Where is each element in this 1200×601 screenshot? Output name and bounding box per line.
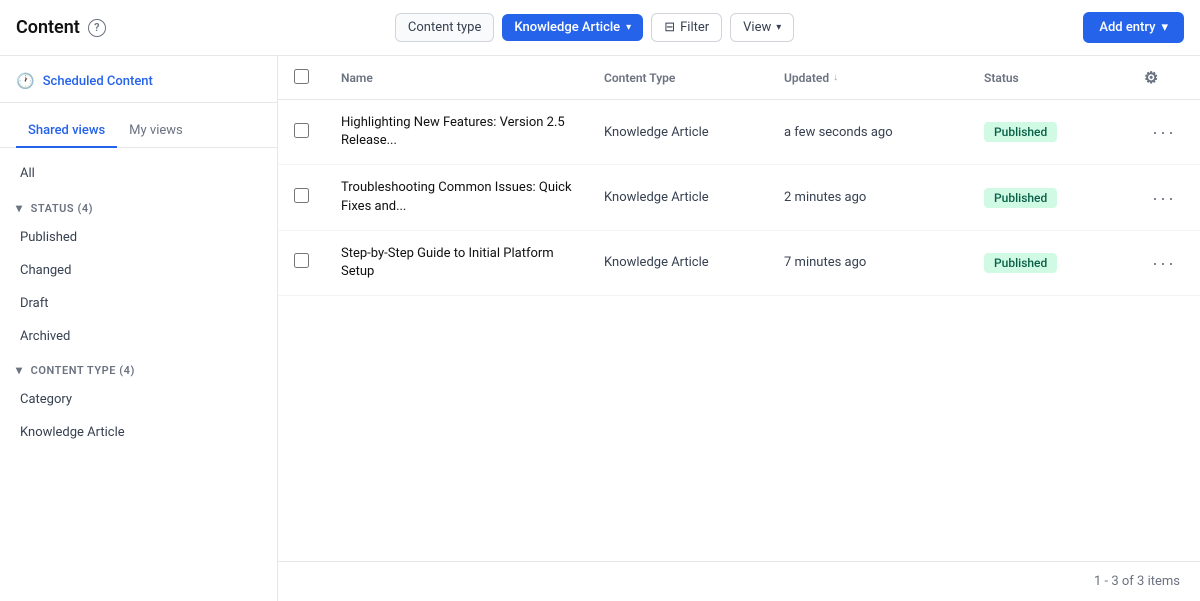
row-updated: 2 minutes ago xyxy=(784,190,866,205)
tab-shared-views[interactable]: Shared views xyxy=(16,115,117,148)
pagination-row: 1 - 3 of 3 items xyxy=(278,561,1200,601)
row-more-button[interactable]: ··· xyxy=(1144,250,1184,276)
top-header: Content ? Content type Knowledge Article… xyxy=(0,0,1200,56)
row-updated-cell: a few seconds ago xyxy=(768,100,968,165)
row-checkbox[interactable] xyxy=(294,123,309,138)
row-more-button[interactable]: ··· xyxy=(1144,185,1184,211)
content-type-toggle-icon: ▾ xyxy=(16,363,23,377)
name-column-header[interactable]: Name xyxy=(325,56,588,100)
row-status-cell: Published xyxy=(968,165,1128,230)
content-type-column-header: Content Type xyxy=(588,56,768,100)
row-checkbox-cell[interactable] xyxy=(278,230,325,295)
row-more-button[interactable]: ··· xyxy=(1144,119,1184,145)
row-actions-cell: ··· xyxy=(1128,230,1200,295)
sidebar-section-status[interactable]: ▾ STATUS (4) xyxy=(0,191,277,221)
row-updated-cell: 2 minutes ago xyxy=(768,165,968,230)
view-label: View xyxy=(743,20,771,35)
row-actions-cell: ··· xyxy=(1128,100,1200,165)
status-toggle-icon: ▾ xyxy=(16,201,23,215)
row-name-cell: Troubleshooting Common Issues: Quick Fix… xyxy=(325,165,588,230)
entries-table: Name Content Type Updated xyxy=(278,56,1200,296)
row-checkbox-cell[interactable] xyxy=(278,100,325,165)
header-center: Content type Knowledge Article ▾ ⊟ Filte… xyxy=(395,13,794,42)
table-container: Name Content Type Updated xyxy=(278,56,1200,561)
sidebar-item-archived[interactable]: Archived xyxy=(0,320,277,353)
view-chevron-icon: ▾ xyxy=(776,22,781,33)
row-content-type-cell: Knowledge Article xyxy=(588,230,768,295)
sidebar-all[interactable]: All xyxy=(0,156,277,191)
select-all-checkbox[interactable] xyxy=(294,69,309,84)
sidebar-item-category[interactable]: Category xyxy=(0,383,277,416)
table-row: Troubleshooting Common Issues: Quick Fix… xyxy=(278,165,1200,230)
sort-icon: ↓ xyxy=(833,72,838,83)
header-left: Content ? xyxy=(16,17,106,38)
add-entry-chevron-icon: ▾ xyxy=(1161,20,1168,35)
table-row: Step-by-Step Guide to Initial Platform S… xyxy=(278,230,1200,295)
sidebar-item-changed[interactable]: Changed xyxy=(0,254,277,287)
add-entry-button[interactable]: Add entry ▾ xyxy=(1083,12,1184,43)
scheduled-content-button[interactable]: 🕐 Scheduled Content xyxy=(0,56,277,102)
clock-icon: 🕐 xyxy=(16,72,35,90)
row-checkbox[interactable] xyxy=(294,188,309,203)
row-name-cell: Highlighting New Features: Version 2.5 R… xyxy=(325,100,588,165)
row-status-cell: Published xyxy=(968,230,1128,295)
row-name-cell: Step-by-Step Guide to Initial Platform S… xyxy=(325,230,588,295)
row-updated: 7 minutes ago xyxy=(784,255,866,270)
sidebar-tabs: Shared views My views xyxy=(0,103,277,148)
sidebar-item-published[interactable]: Published xyxy=(0,221,277,254)
view-button[interactable]: View ▾ xyxy=(730,13,794,42)
pagination-text: 1 - 3 of 3 items xyxy=(1094,574,1180,589)
status-column-header: Status xyxy=(968,56,1128,100)
app-layout: Content ? Content type Knowledge Article… xyxy=(0,0,1200,601)
filter-icon: ⊟ xyxy=(664,20,675,35)
app-title: Content xyxy=(16,17,80,38)
row-name[interactable]: Step-by-Step Guide to Initial Platform S… xyxy=(341,246,554,279)
tab-my-views[interactable]: My views xyxy=(117,115,195,148)
content-type-value: Knowledge Article xyxy=(514,20,620,35)
content-area: Name Content Type Updated xyxy=(278,56,1200,601)
content-type-select[interactable]: Knowledge Article ▾ xyxy=(502,14,643,41)
row-content-type-cell: Knowledge Article xyxy=(588,165,768,230)
filter-label: Filter xyxy=(680,20,709,35)
settings-column-header[interactable]: ⚙ xyxy=(1128,56,1200,100)
select-all-header[interactable] xyxy=(278,56,325,100)
add-entry-label: Add entry xyxy=(1099,20,1155,35)
row-content-type: Knowledge Article xyxy=(604,125,709,140)
sidebar-item-draft[interactable]: Draft xyxy=(0,287,277,320)
row-content-type-cell: Knowledge Article xyxy=(588,100,768,165)
row-name[interactable]: Highlighting New Features: Version 2.5 R… xyxy=(341,115,565,148)
row-status-cell: Published xyxy=(968,100,1128,165)
sidebar-nav: All ▾ STATUS (4) Published Changed Draft… xyxy=(0,148,277,457)
help-icon[interactable]: ? xyxy=(88,19,106,37)
status-badge: Published xyxy=(984,253,1057,273)
row-actions-cell: ··· xyxy=(1128,165,1200,230)
status-badge: Published xyxy=(984,122,1057,142)
status-section-title: STATUS (4) xyxy=(31,202,94,215)
row-updated: a few seconds ago xyxy=(784,125,893,140)
scheduled-content-label: Scheduled Content xyxy=(43,74,153,89)
sidebar: 🕐 Scheduled Content Shared views My view… xyxy=(0,56,278,601)
sidebar-item-knowledge-article[interactable]: Knowledge Article xyxy=(0,416,277,449)
chevron-down-icon: ▾ xyxy=(626,22,631,33)
row-name[interactable]: Troubleshooting Common Issues: Quick Fix… xyxy=(341,180,572,213)
sidebar-section-content-type[interactable]: ▾ CONTENT TYPE (4) xyxy=(0,353,277,383)
updated-column-header[interactable]: Updated ↓ xyxy=(768,56,968,100)
row-checkbox-cell[interactable] xyxy=(278,165,325,230)
row-content-type: Knowledge Article xyxy=(604,190,709,205)
main-body: 🕐 Scheduled Content Shared views My view… xyxy=(0,56,1200,601)
content-type-section-title: CONTENT TYPE (4) xyxy=(31,364,135,377)
table-row: Highlighting New Features: Version 2.5 R… xyxy=(278,100,1200,165)
row-updated-cell: 7 minutes ago xyxy=(768,230,968,295)
row-content-type: Knowledge Article xyxy=(604,255,709,270)
status-badge: Published xyxy=(984,188,1057,208)
gear-icon[interactable]: ⚙ xyxy=(1144,68,1158,87)
filter-button[interactable]: ⊟ Filter xyxy=(651,13,722,42)
row-checkbox[interactable] xyxy=(294,253,309,268)
content-type-label: Content type xyxy=(395,13,494,42)
